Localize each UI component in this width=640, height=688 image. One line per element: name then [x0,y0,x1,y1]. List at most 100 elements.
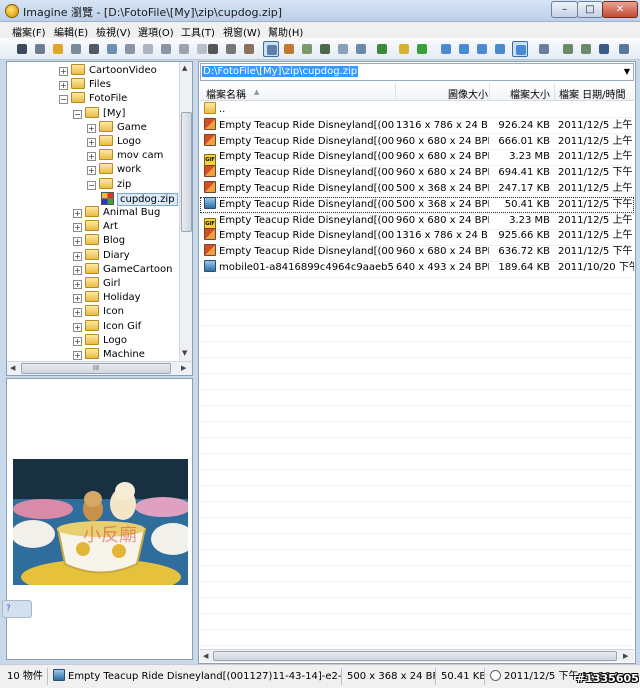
file-list[interactable]: ..Empty Teacup Ride Disneyland[(0011...1… [200,102,634,650]
expand-icon[interactable]: + [87,138,96,147]
tree-item-animal-bug[interactable]: + Animal Bug [73,206,160,220]
tree-item-work[interactable]: + work [87,163,141,177]
expand-icon[interactable]: + [73,322,82,332]
file-row[interactable]: Empty Teacup Ride Disneyland[(0011...960… [200,133,634,150]
tree-item-cupdog-zip[interactable]: cupdog.zip [101,191,178,206]
scroll-left-icon[interactable]: ◀ [10,364,15,372]
file-row[interactable]: GIFEmpty Teacup Ride Disneyland[(0011...… [200,149,634,167]
expand-icon[interactable]: + [59,81,68,91]
close-button[interactable]: ✕ [602,1,638,18]
expand-icon[interactable]: + [73,237,82,247]
scroll-left-icon[interactable]: ◀ [203,652,208,660]
tree-item-game[interactable]: + Game [87,120,147,135]
new-folder-button[interactable] [396,41,412,57]
list-button[interactable] [335,41,351,57]
list-view-button[interactable] [474,41,490,57]
file-row[interactable]: Empty Teacup Ride Disneyland[(0013...131… [200,228,634,244]
move-button[interactable] [158,41,174,57]
expand-icon[interactable]: + [73,336,82,346]
tree-item-art[interactable]: + Art [73,220,118,234]
expand-icon[interactable]: + [73,308,82,318]
tree-item-zip[interactable]: − zip [87,177,131,192]
file-row[interactable]: Empty Teacup Ride Disneyland[(0011...500… [200,196,634,213]
tree-horizontal-scrollbar[interactable]: ◀ III ▶ [7,361,192,375]
menu-window[interactable]: 視窗(W) [223,24,261,39]
tree-item-cartoonvideo[interactable]: + CartoonVideo [59,64,157,78]
thumb-button[interactable] [299,41,315,57]
detail-view-button[interactable] [512,41,528,57]
tree-item-logo[interactable]: + Logo [87,135,141,149]
app-icon[interactable] [5,4,19,18]
column-dimensions[interactable]: 圖像大小 [448,86,488,101]
folder-tree[interactable]: + CartoonVideo + Files − FotoFile − [My] + Game + L… [6,61,193,376]
file-list-scroll-thumb[interactable] [213,651,617,661]
menu-edit[interactable]: 編輯(E) [54,24,88,39]
address-bar[interactable]: D:\FotoFile\[My]\zip\cupdog.zip ▼ [200,63,634,81]
screen-button[interactable] [596,41,612,57]
paste-button[interactable] [241,41,257,57]
image-button[interactable] [104,41,120,57]
file-row[interactable]: .. [200,102,634,118]
tree-item-files[interactable]: + Files [59,78,111,92]
file-row[interactable]: Empty Teacup Ride Disneyland[(0011...960… [200,165,634,181]
column-separator[interactable] [395,83,396,101]
details-button[interactable] [353,41,369,57]
column-separator[interactable] [489,83,490,101]
file-row[interactable]: Empty Teacup Ride Disneyland[(0011...500… [200,181,634,197]
help-button[interactable]: ? [2,600,32,618]
browse-button[interactable] [32,41,48,57]
tree-item-fotofile[interactable]: − FotoFile [59,92,127,106]
collapse-icon[interactable]: − [59,95,68,105]
menu-view[interactable]: 檢視(V) [96,24,131,39]
tree-item-icon-gif[interactable]: + Icon Gif [73,319,141,334]
open-folder-button[interactable] [50,41,66,57]
column-size[interactable]: 檔案大小 [510,86,550,101]
column-date[interactable]: 檔案 日期/時間 [559,86,626,101]
menu-tools[interactable]: 工具(T) [181,24,215,39]
scroll-up-icon[interactable]: ▲ [182,64,187,72]
tree-item-blog[interactable]: + Blog [73,234,125,248]
tree-item-diary[interactable]: + Diary [73,248,130,263]
small-icons-button[interactable] [456,41,472,57]
expand-icon[interactable]: + [73,351,82,360]
cut-button[interactable] [205,41,221,57]
grid-button[interactable] [281,41,297,57]
tree-horizontal-scroll-thumb[interactable]: III [21,363,171,374]
tree-vertical-scrollbar[interactable]: ▲ ▼ [179,62,192,361]
tree-item-my[interactable]: − [My] [73,106,125,121]
file-list-horizontal-scrollbar[interactable]: ◀ ▶ [200,649,634,662]
tree-item-icon[interactable]: + Icon [73,305,124,319]
file-row[interactable]: GIFEmpty Teacup Ride Disneyland[(0011...… [200,213,634,230]
picture-button[interactable] [374,41,390,57]
collapse-icon[interactable]: − [87,180,96,190]
info-button[interactable] [86,41,102,57]
delete-button[interactable] [176,41,192,57]
refresh-button[interactable] [414,41,430,57]
file-button[interactable] [140,41,156,57]
tree-item-mov-cam[interactable]: + mov cam [87,149,163,163]
menu-options[interactable]: 選項(O) [138,24,174,39]
tree-item-machine[interactable]: + Machine [73,348,145,362]
tree-item-holiday[interactable]: + Holiday [73,291,141,305]
column-name[interactable]: 檔案名稱 [206,86,246,101]
expand-icon[interactable]: + [87,166,96,176]
audio-2-button[interactable] [578,41,594,57]
address-dropdown-icon[interactable]: ▼ [624,67,630,76]
view-mode-button[interactable] [263,41,279,57]
menu-file[interactable]: 檔案(F) [12,24,46,39]
minimize-button[interactable]: – [551,1,578,18]
scroll-right-icon[interactable]: ▶ [181,364,186,372]
expand-icon[interactable]: + [87,152,96,162]
view-button[interactable] [14,41,30,57]
expand-icon[interactable]: + [73,251,82,261]
scroll-down-icon[interactable]: ▼ [182,349,187,357]
copy-view-button[interactable] [68,41,84,57]
tools-button[interactable] [536,41,552,57]
large-icons-button[interactable] [438,41,454,57]
filmstrip-button[interactable] [317,41,333,57]
tree-item-gamecartoon[interactable]: + GameCartoon [73,262,173,277]
collapse-icon[interactable]: − [73,109,82,119]
expand-icon[interactable]: + [73,280,82,289]
menu-help[interactable]: 幫助(H) [268,24,303,39]
expand-icon[interactable]: + [87,123,96,133]
